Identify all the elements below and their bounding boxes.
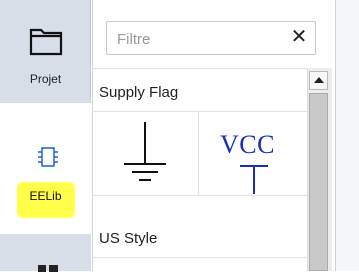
ground-symbol[interactable] xyxy=(110,118,180,192)
divider xyxy=(92,257,307,258)
clear-filter-button[interactable]: ✕ xyxy=(289,25,309,49)
left-nav: Projet EELib xyxy=(0,0,91,272)
divider xyxy=(92,68,307,69)
right-panel-edge xyxy=(335,0,359,271)
divider xyxy=(92,111,307,112)
vcc-symbol-graphic xyxy=(240,165,268,194)
scroll-up-arrow-icon[interactable] xyxy=(309,71,328,90)
section-title-supply-flag: Supply Flag xyxy=(99,84,179,101)
scrollbar-thumb[interactable] xyxy=(309,93,328,271)
filter-box: ✕ xyxy=(106,21,316,55)
section-title-us-style: US Style xyxy=(99,230,158,247)
nav-tab-projet[interactable]: Projet xyxy=(0,0,91,103)
cell-divider xyxy=(198,111,199,195)
nav-tab-eelib-label: EELib xyxy=(29,189,62,203)
vcc-symbol[interactable]: VCC xyxy=(214,130,290,194)
filter-input[interactable] xyxy=(115,28,289,50)
folder-icon xyxy=(29,28,63,56)
nav-tab-projet-label: Projet xyxy=(29,72,62,86)
divider xyxy=(92,195,307,196)
chip-icon xyxy=(38,147,58,167)
